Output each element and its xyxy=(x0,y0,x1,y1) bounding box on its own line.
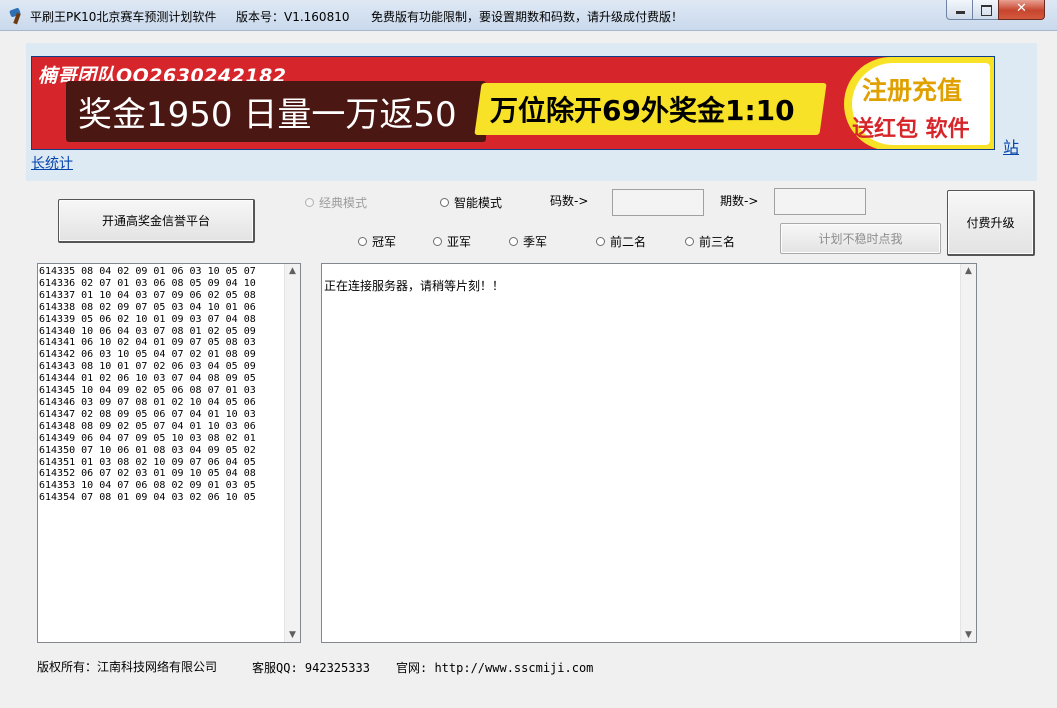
position-top3-radio[interactable]: 前三名 xyxy=(685,233,735,250)
draw-history-list[interactable]: 614335 08 04 02 09 01 06 03 10 05 07 6143… xyxy=(37,263,301,643)
prediction-output-area[interactable]: 正在连接服务器，请稍等片刻！！ ▲ ▼ xyxy=(321,263,977,643)
history-row: 614343 08 10 01 07 02 06 03 04 05 09 xyxy=(39,361,256,373)
scroll-up-arrow-icon[interactable]: ▲ xyxy=(285,266,300,276)
position-top3-label: 前三名 xyxy=(699,235,736,249)
history-row: 614350 07 10 06 01 08 03 04 09 05 02 xyxy=(39,444,256,456)
history-row: 614344 01 02 06 10 03 07 04 08 09 05 xyxy=(39,373,256,385)
history-row: 614345 10 04 09 02 05 06 08 07 01 03 xyxy=(39,385,256,397)
status-message: 正在连接服务器，请稍等片刻！！ xyxy=(324,279,505,293)
radio-circle-icon xyxy=(440,198,449,207)
history-row: 614337 01 10 04 03 07 09 06 02 05 08 xyxy=(39,289,256,301)
mode-smart-radio[interactable]: 智能模式 xyxy=(440,194,502,211)
window-titlebar: 平刷王PK10北京赛车预测计划软件 版本号：V1.160810 免费版有功能限制… xyxy=(0,0,1057,31)
history-row: 614338 08 02 09 07 05 03 04 10 01 06 xyxy=(39,301,256,313)
site-link[interactable]: 站 xyxy=(1003,134,1019,158)
app-brush-icon xyxy=(8,7,24,25)
history-lines: 614335 08 04 02 09 01 06 03 10 05 07 6143… xyxy=(39,266,256,504)
history-row: 614351 01 03 08 02 10 09 07 06 04 05 xyxy=(39,456,256,468)
scroll-down-arrow-icon[interactable]: ▼ xyxy=(285,630,300,640)
radio-circle-icon xyxy=(596,237,605,246)
position-top2-label: 前二名 xyxy=(610,235,647,249)
unstable-plan-button[interactable]: 计划不稳时点我 xyxy=(780,223,941,254)
period-count-field[interactable] xyxy=(774,188,866,215)
position-third-radio[interactable]: 季军 xyxy=(509,233,547,250)
history-row: 614341 06 10 02 04 01 09 07 05 08 03 xyxy=(39,337,256,349)
minimize-button[interactable] xyxy=(946,0,973,20)
output-scrollbar[interactable]: ▲ ▼ xyxy=(960,264,976,642)
window-title: 平刷王PK10北京赛车预测计划软件 xyxy=(30,10,217,24)
scroll-down-arrow-icon[interactable]: ▼ xyxy=(961,630,976,640)
history-row: 614349 06 04 07 09 05 10 03 08 02 01 xyxy=(39,432,256,444)
stats-link[interactable]: 长统计 xyxy=(31,153,73,173)
radio-circle-icon xyxy=(358,237,367,246)
history-row: 614340 10 06 04 03 07 08 01 02 05 09 xyxy=(39,325,256,337)
history-row: 614346 03 09 07 08 01 02 10 04 05 06 xyxy=(39,396,256,408)
history-row: 614348 08 09 02 05 07 04 01 10 03 06 xyxy=(39,420,256,432)
radio-circle-icon xyxy=(305,198,314,207)
mode-classic-label: 经典模式 xyxy=(319,196,368,210)
radio-circle-icon xyxy=(685,237,694,246)
position-third-label: 季军 xyxy=(523,235,548,249)
mode-smart-label: 智能模式 xyxy=(454,196,503,210)
service-qq-label: 客服QQ: 942325333 xyxy=(252,661,370,675)
history-row: 614335 08 04 02 09 01 06 03 10 05 07 xyxy=(39,266,256,277)
radio-circle-icon xyxy=(433,237,442,246)
banner-register-text: 注册充值 xyxy=(862,76,963,105)
scroll-up-arrow-icon[interactable]: ▲ xyxy=(961,266,976,276)
banner-bonus-text: 送红包 软件 xyxy=(852,117,970,142)
banner-main-text: 奖金1950 日量一万返50 xyxy=(78,95,457,135)
period-count-label: 期数-> xyxy=(720,194,759,208)
code-count-field[interactable] xyxy=(612,189,704,216)
copyright-label: 版权所有：江南科技网络有限公司 xyxy=(37,660,218,674)
close-icon: ✕ xyxy=(1016,1,1027,16)
version-label: 版本号：V1.160810 xyxy=(236,10,350,24)
position-top2-radio[interactable]: 前二名 xyxy=(596,233,646,250)
history-row: 614347 02 08 09 05 06 07 04 01 10 03 xyxy=(39,408,256,420)
website-label: 官网: http://www.sscmiji.com xyxy=(396,661,594,675)
history-row: 614354 07 08 01 09 04 03 02 06 10 05 xyxy=(39,492,256,504)
ad-banner[interactable]: 楠哥团队QQ2630242182 奖金1950 日量一万返50 万位除开69外奖… xyxy=(31,56,995,150)
code-count-label: 码数-> xyxy=(550,194,589,208)
upgrade-button[interactable]: 付费升级 xyxy=(947,190,1035,256)
history-row: 614339 05 06 02 10 01 09 03 07 04 08 xyxy=(39,313,256,325)
minimize-icon xyxy=(956,11,965,14)
position-champion-label: 冠军 xyxy=(372,235,397,249)
mode-classic-radio[interactable]: 经典模式 xyxy=(305,194,367,211)
radio-circle-icon xyxy=(509,237,518,246)
history-row: 614342 06 03 10 05 04 07 02 01 08 09 xyxy=(39,349,256,361)
history-row: 614336 02 07 01 03 06 08 05 09 04 10 xyxy=(39,277,256,289)
position-champion-radio[interactable]: 冠军 xyxy=(358,233,396,250)
history-row: 614353 10 04 07 06 08 02 09 01 03 05 xyxy=(39,480,256,492)
maximize-icon xyxy=(981,5,992,16)
history-scrollbar[interactable]: ▲ ▼ xyxy=(284,264,300,642)
position-second-label: 亚军 xyxy=(447,235,472,249)
maximize-button[interactable] xyxy=(972,0,999,20)
free-version-notice: 免费版有功能限制，要设置期数和码数，请升级成付费版！ xyxy=(371,10,684,24)
open-platform-button[interactable]: 开通高奖金信誉平台 xyxy=(58,199,255,243)
close-button[interactable]: ✕ xyxy=(998,0,1045,20)
position-second-radio[interactable]: 亚军 xyxy=(433,233,471,250)
history-row: 614352 06 07 02 03 01 09 10 05 04 08 xyxy=(39,468,256,480)
banner-highlight-text: 万位除开69外奖金1:10 xyxy=(490,94,795,127)
